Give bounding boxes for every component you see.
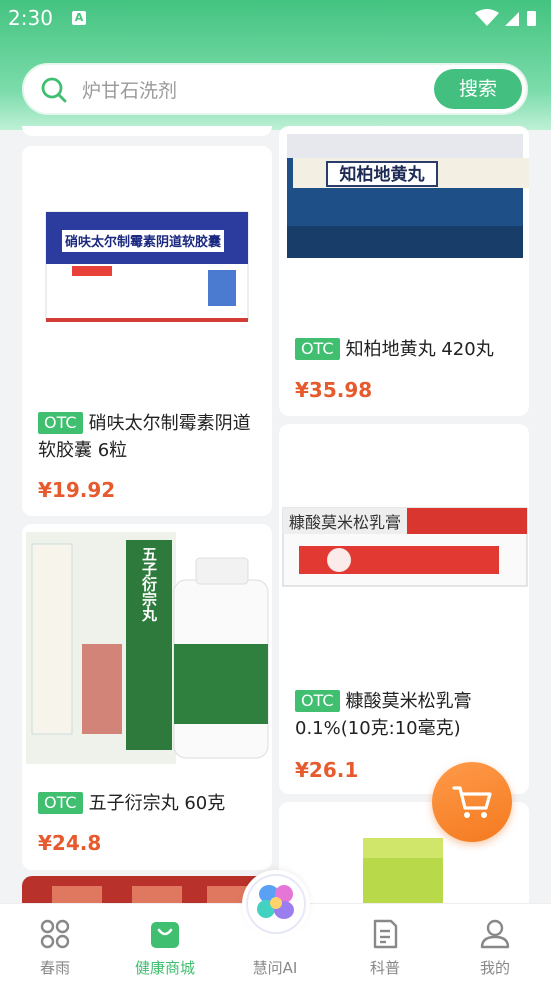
product-image[interactable]: 五子衍宗丸 [22,524,272,774]
product-title[interactable]: OTC 糠酸莫米松乳膏 0.1%(10克:10毫克) [295,688,515,742]
shopping-bag-icon [151,922,179,948]
tab-health-mall[interactable]: 健康商城 [120,904,210,982]
otc-badge: OTC [295,690,340,712]
article-icon [373,919,398,949]
header: 2:30 A 搜索 [0,0,551,130]
search-icon [41,77,67,103]
tab-label: 我的 [479,959,510,977]
product-card[interactable]: 硝呋太尔制霉素阴道软胶囊 OTC 硝呋太尔制霉素阴道软胶囊 6粒 ¥19.92 [22,146,272,516]
search-bar: 搜索 [22,63,528,115]
otc-badge: OTC [295,338,340,360]
wifi-icon [475,9,499,26]
signal-icon [505,12,519,26]
product-name: 五子衍宗丸 60克 [88,793,226,814]
status-icons [475,9,536,26]
product-title[interactable]: OTC 五子衍宗丸 60克 [38,790,258,817]
cart-icon [452,786,492,818]
battery-icon [527,11,536,26]
notification-icon: A [72,11,86,25]
tab-label: 慧问AI [252,959,298,977]
search-input[interactable] [80,75,424,107]
tab-label: 春雨 [39,959,70,977]
product-name: 知柏地黄丸 420丸 [345,339,494,360]
otc-badge: OTC [38,412,83,434]
otc-badge: OTC [38,792,83,814]
product-image-label: 知柏地黄丸 [339,164,426,185]
tab-science[interactable]: 科普 [340,904,430,982]
product-price: ¥24.8 [38,831,102,855]
product-image[interactable]: 糠酸莫米松乳膏 [279,424,529,674]
product-image-label: 糠酸莫米松乳膏 [289,513,401,532]
product-price: ¥35.98 [295,378,373,402]
product-card[interactable]: 糠酸莫米松乳膏 OTC 糠酸莫米松乳膏 0.1%(10克:10毫克) ¥26.1 [279,424,529,794]
product-image-label: 硝呋太尔制霉素阴道软胶囊 [65,234,222,250]
tab-chunyu[interactable]: 春雨 [10,904,100,982]
tab-label: 健康商城 [134,959,195,977]
cart-button[interactable] [432,762,512,842]
product-image[interactable]: 硝呋太尔制霉素阴道软胶囊 [22,146,272,376]
product-title[interactable]: OTC 硝呋太尔制霉素阴道软胶囊 6粒 [38,410,258,464]
product-price: ¥26.1 [295,758,359,782]
apps-icon [40,919,70,949]
ai-assistant-button[interactable] [242,870,310,938]
search-button[interactable]: 搜索 [434,69,522,109]
product-card-partial[interactable] [22,126,272,136]
tab-mine[interactable]: 我的 [450,904,540,982]
tab-label: 科普 [369,959,400,977]
product-title[interactable]: OTC 知柏地黄丸 420丸 [295,336,515,363]
status-time: 2:30 [8,6,53,30]
product-price: ¥19.92 [38,478,116,502]
profile-icon [480,919,510,949]
product-card[interactable]: 知柏地黄丸 OTC 知柏地黄丸 420丸 ¥35.98 [279,126,529,416]
product-image[interactable]: 知柏地黄丸 [279,126,529,266]
product-image-label: 五子衍宗丸 [140,547,158,623]
product-card[interactable]: 五子衍宗丸 OTC 五子衍宗丸 60克 ¥24.8 [22,524,272,870]
ai-flower-icon [246,874,306,934]
